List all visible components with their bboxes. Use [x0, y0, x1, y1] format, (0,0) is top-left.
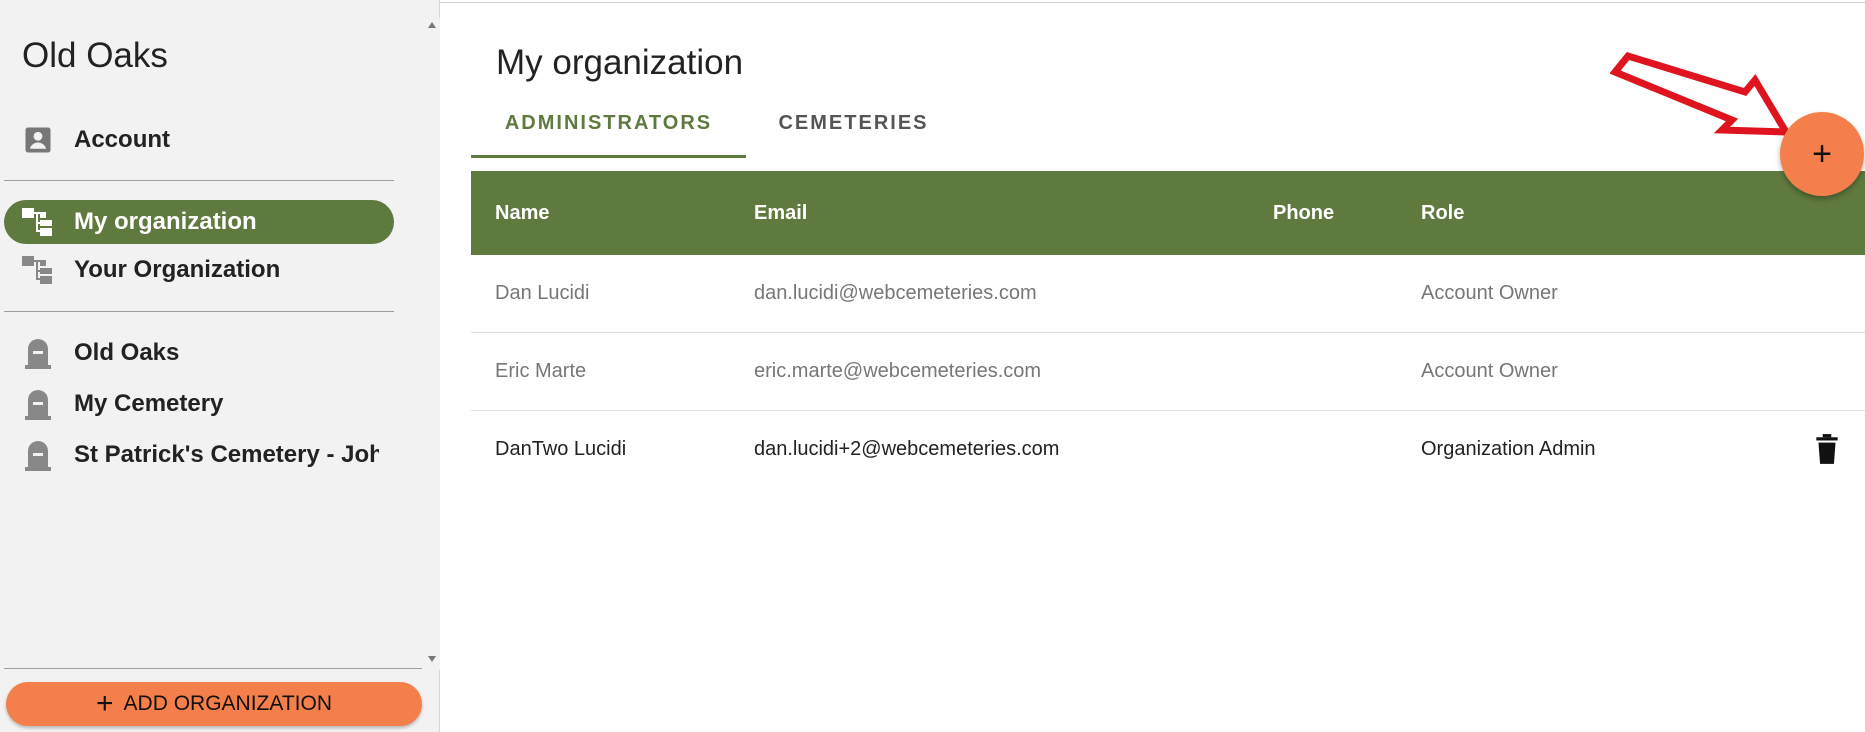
sidebar-item-cemetery[interactable]: My Cemetery [4, 382, 394, 426]
account-icon [22, 124, 54, 156]
sidebar-scrollbar[interactable] [425, 18, 440, 670]
cell-name: Eric Marte [495, 360, 587, 382]
cell-name: DanTwo Lucidi [495, 438, 627, 460]
scroll-up-arrow-icon[interactable] [428, 22, 436, 28]
table-header: Name Email Phone Role [471, 171, 1865, 255]
add-organization-label: ADD ORGANIZATION [123, 692, 332, 715]
delete-trash-icon[interactable] [1814, 433, 1842, 465]
sidebar-item-cemetery[interactable]: St Patrick's Cemetery - Joh [4, 433, 394, 477]
tombstone-icon [22, 439, 54, 471]
cell-email: dan.lucidi+2@webcemeteries.com [754, 438, 1060, 460]
sidebar-item-account[interactable]: Account [4, 118, 394, 162]
sidebar-item-label: Your Organization [74, 256, 281, 283]
tombstone-icon [22, 337, 54, 369]
divider [4, 311, 394, 312]
top-divider [440, 2, 1865, 3]
cell-email: dan.lucidi@webcemeteries.com [754, 282, 1037, 304]
add-administrator-button[interactable]: + [1780, 112, 1864, 196]
cell-role: Account Owner [1421, 360, 1558, 382]
page-title: My organization [496, 43, 744, 82]
scroll-down-arrow-icon[interactable] [428, 656, 436, 662]
org-tree-icon [22, 254, 54, 286]
annotation-arrow-icon [1610, 51, 1790, 136]
sidebar-item-label: St Patrick's Cemetery - Joh [74, 441, 379, 468]
cell-role: Account Owner [1421, 282, 1558, 304]
table-row[interactable]: DanTwo Lucidi dan.lucidi+2@webcemeteries… [471, 411, 1865, 489]
tab-label: ADMINISTRATORS [504, 112, 713, 134]
sidebar: Old Oaks Account My organization Your Or… [0, 0, 440, 732]
sidebar-item-label: My Cemetery [74, 390, 224, 417]
divider [4, 180, 394, 181]
tombstone-icon [22, 388, 54, 420]
sidebar-item-my-organization[interactable]: My organization [4, 200, 394, 244]
sidebar-item-cemetery[interactable]: Old Oaks [4, 331, 394, 375]
column-header-name[interactable]: Name [495, 202, 549, 225]
add-organization-button[interactable]: + ADD ORGANIZATION [6, 682, 422, 726]
tab-administrators[interactable]: ADMINISTRATORS [471, 112, 746, 158]
sidebar-item-label: My organization [74, 208, 257, 235]
sidebar-item-your-organization[interactable]: Your Organization [4, 248, 394, 292]
tab-label: CEMETERIES [778, 112, 929, 134]
plus-icon: + [96, 687, 114, 720]
column-header-phone[interactable]: Phone [1273, 202, 1334, 225]
cell-role: Organization Admin [1421, 438, 1596, 460]
sidebar-item-label: Account [74, 126, 170, 153]
column-header-role[interactable]: Role [1421, 202, 1464, 225]
cell-email: eric.marte@webcemeteries.com [754, 360, 1042, 382]
column-header-email[interactable]: Email [754, 202, 807, 225]
table-row[interactable]: Eric Marte eric.marte@webcemeteries.com … [471, 333, 1865, 411]
organization-title: Old Oaks [22, 36, 168, 75]
plus-icon: + [1812, 134, 1832, 173]
divider [4, 668, 422, 669]
cell-name: Dan Lucidi [495, 282, 590, 304]
org-tree-icon [22, 206, 54, 238]
tab-cemeteries[interactable]: CEMETERIES [776, 112, 931, 158]
sidebar-item-label: Old Oaks [74, 339, 180, 366]
table-row[interactable]: Dan Lucidi dan.lucidi@webcemeteries.com … [471, 255, 1865, 333]
